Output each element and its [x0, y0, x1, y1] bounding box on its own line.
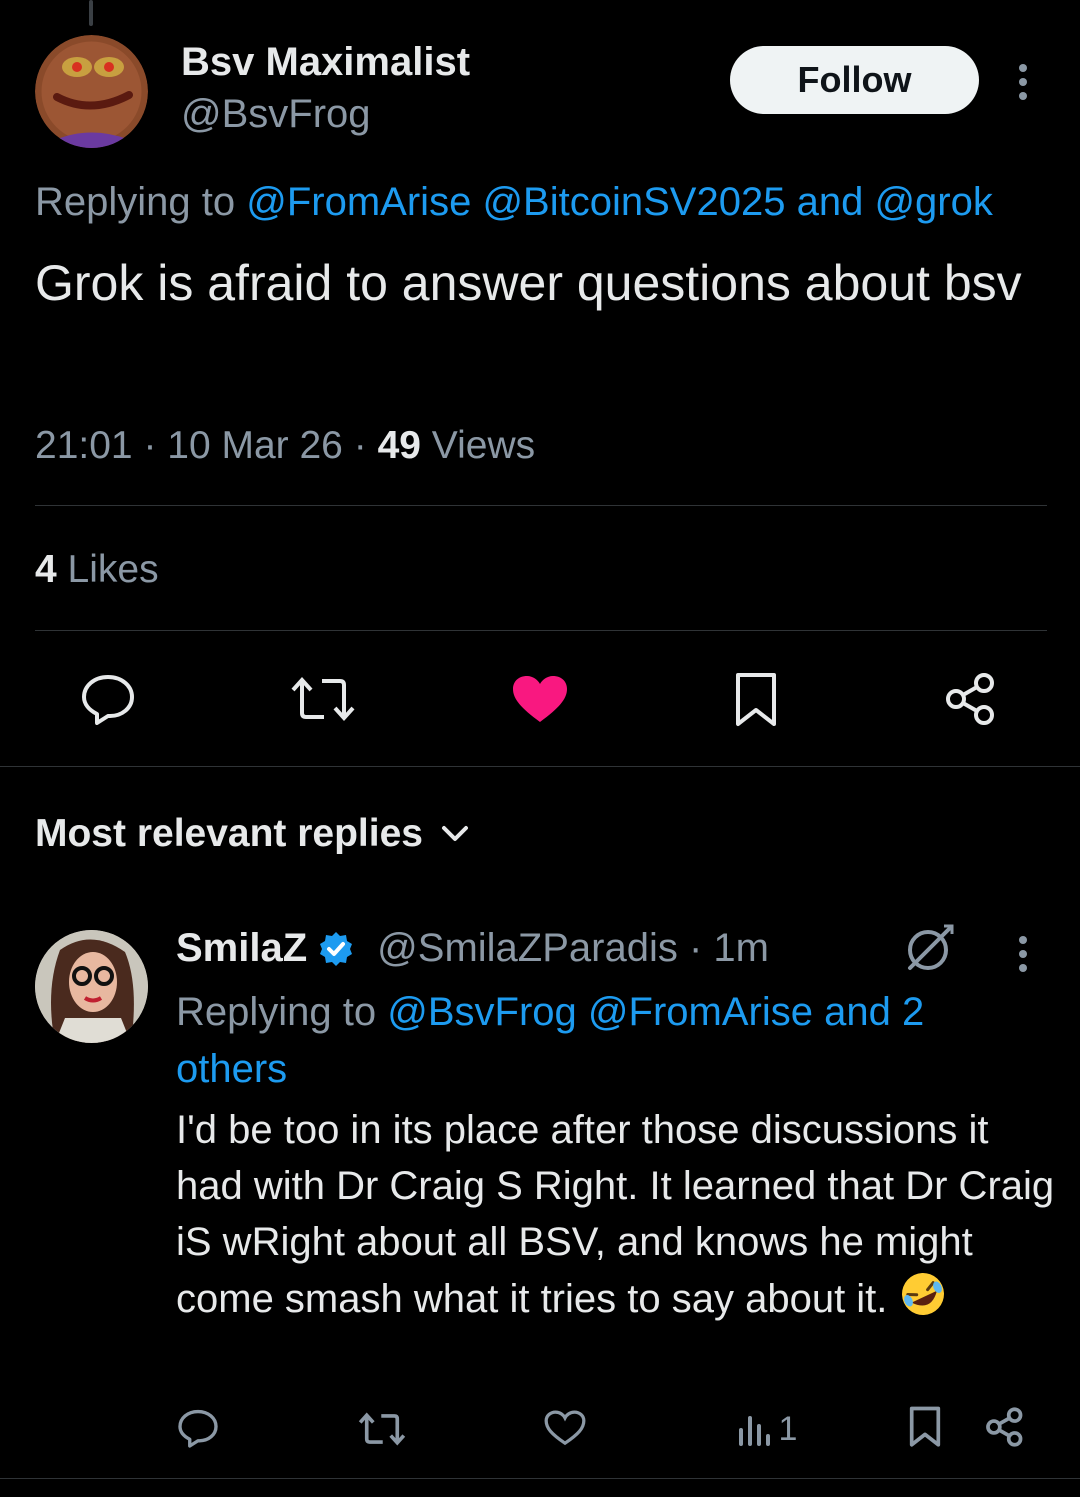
views-count: 49 [377, 424, 421, 467]
sort-label: Most relevant replies [35, 812, 423, 855]
tweet-date[interactable]: 10 Mar 26 [167, 424, 343, 467]
bookmark-icon [909, 1406, 941, 1447]
heart-filled-icon [513, 676, 567, 722]
reply-header: SmilaZ @SmilaZParadis · 1m [176, 926, 769, 971]
section-divider [0, 1478, 1080, 1479]
verified-badge-icon [320, 931, 353, 966]
share-icon [986, 1407, 1023, 1447]
chevron-down-icon [441, 826, 468, 841]
mention-link[interactable]: @FromArise [246, 180, 471, 224]
more-options-icon[interactable] [1018, 64, 1028, 100]
reply-text: I'd be too in its place after those disc… [176, 1102, 1056, 1333]
likes-stat[interactable]: 4 Likes [35, 548, 159, 592]
like-button[interactable] [510, 672, 570, 726]
section-divider [0, 766, 1080, 767]
share-button[interactable] [984, 1406, 1026, 1448]
replying-prefix: Replying to [176, 990, 377, 1034]
replying-and: and [796, 180, 864, 224]
mention-link[interactable]: @grok [874, 180, 992, 224]
bookmark-icon [736, 673, 776, 726]
replies-sort-dropdown[interactable]: Most relevant replies [35, 812, 469, 856]
likes-label: Likes [67, 548, 159, 591]
views-label: Views [431, 424, 536, 467]
replying-to: Replying to @FromArise @BitcoinSV2025 an… [35, 180, 993, 225]
mention-link[interactable]: @BitcoinSV2025 [482, 180, 785, 224]
share-button[interactable] [944, 672, 998, 726]
more-options-icon[interactable] [1018, 936, 1028, 972]
avatar[interactable] [35, 35, 148, 148]
rolling-laughing-emoji-icon [899, 1270, 947, 1333]
like-button[interactable] [543, 1408, 587, 1448]
author-name[interactable]: Bsv Maximalist [181, 40, 470, 85]
tweet-text: Grok is afraid to answer questions about… [35, 255, 1022, 311]
mention-link[interactable]: @BsvFrog [387, 990, 577, 1034]
heart-icon [544, 1410, 586, 1446]
reply-age[interactable]: 1m [713, 926, 769, 971]
likes-count: 4 [35, 548, 57, 591]
share-icon [946, 673, 994, 725]
reply-button[interactable] [176, 1406, 220, 1450]
analytics-icon [738, 1416, 770, 1446]
bookmark-button[interactable] [732, 672, 780, 728]
avatar[interactable] [35, 930, 148, 1043]
reply-icon [178, 1409, 218, 1448]
reply-button[interactable] [76, 670, 140, 728]
author-handle[interactable]: @BsvFrog [181, 92, 371, 137]
thread-connector-line [89, 0, 93, 26]
replying-prefix: Replying to [35, 180, 236, 224]
retweet-button[interactable] [357, 1408, 407, 1450]
bookmark-button[interactable] [906, 1404, 944, 1450]
author-handle[interactable]: @SmilaZParadis [377, 926, 678, 971]
divider [35, 630, 1047, 631]
reply-icon [82, 675, 134, 725]
grok-icon[interactable] [904, 922, 956, 979]
tweet-meta: 21:01 · 10 Mar 26 · 49 Views [35, 424, 536, 467]
retweet-icon [291, 677, 355, 721]
tweet-time[interactable]: 21:01 [35, 424, 133, 467]
author-name[interactable]: SmilaZ [176, 926, 307, 971]
views-stat[interactable]: 1 [722, 1406, 812, 1452]
divider [35, 505, 1047, 506]
follow-button[interactable]: Follow [730, 46, 979, 114]
retweet-icon [358, 1412, 406, 1446]
mention-link[interactable]: @FromArise [588, 990, 813, 1034]
retweet-button[interactable] [290, 672, 356, 726]
replying-to: Replying to @BsvFrog @FromArise and 2 ot… [176, 984, 996, 1098]
views-count: 1 [778, 1409, 798, 1448]
